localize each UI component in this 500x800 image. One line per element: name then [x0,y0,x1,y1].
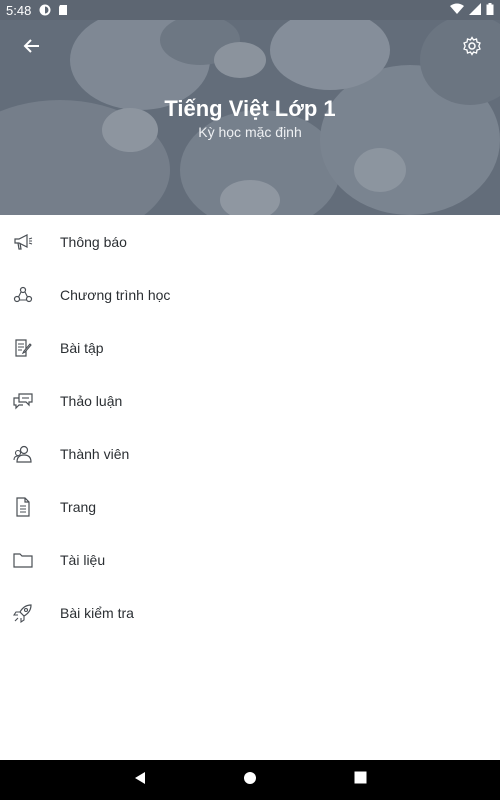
menu-item-discussions[interactable]: Thảo luận [0,374,500,427]
people-icon [12,443,34,465]
battery-icon [486,2,494,18]
home-circle-icon [243,771,257,790]
back-button[interactable] [18,34,46,62]
status-right-icons [450,2,494,18]
wifi-icon [450,3,464,18]
nav-home-button[interactable] [240,770,260,790]
rocket-icon [12,602,34,624]
menu-item-label: Tài liệu [60,551,106,568]
discussion-icon [12,390,34,412]
menu-item-label: Thông báo [60,233,127,250]
nav-back-button[interactable] [130,770,150,790]
course-term: Kỳ học mặc định [198,124,302,140]
notification-icon [39,4,51,16]
menu-item-label: Chương trình học [60,286,171,303]
megaphone-icon [12,231,34,253]
menu-item-announcements[interactable]: Thông báo [0,215,500,268]
menu-item-label: Bài tập [60,339,104,356]
course-header: Tiếng Việt Lớp 1 Kỳ học mặc định [0,20,500,215]
settings-button[interactable] [458,34,486,62]
menu-item-modules[interactable]: Chương trình học [0,268,500,321]
menu-item-label: Bài kiểm tra [60,604,134,621]
status-bar: 5:48 [0,0,500,20]
menu-item-label: Thảo luận [60,392,123,409]
recents-square-icon [354,771,367,789]
course-title: Tiếng Việt Lớp 1 [164,96,336,121]
nav-recents-button[interactable] [350,770,370,790]
menu-item-label: Trang [60,498,97,515]
menu-item-quizzes[interactable]: Bài kiểm tra [0,586,500,639]
signal-icon [469,2,481,18]
course-menu: Thông báo Chương trình học Bài tập Thảo … [0,215,500,639]
gear-icon [462,35,482,61]
assignment-icon [12,337,34,359]
menu-item-assignments[interactable]: Bài tập [0,321,500,374]
system-nav-bar [0,760,500,800]
arrow-back-icon [23,37,41,60]
menu-item-pages[interactable]: Trang [0,480,500,533]
back-triangle-icon [133,771,147,790]
menu-item-files[interactable]: Tài liệu [0,533,500,586]
status-time: 5:48 [6,2,32,18]
folder-icon [12,549,34,571]
page-icon [12,496,34,518]
menu-item-label: Thành viên [60,445,130,462]
sd-card-icon [57,4,69,16]
menu-item-people[interactable]: Thành viên [0,427,500,480]
modules-icon [12,284,34,306]
